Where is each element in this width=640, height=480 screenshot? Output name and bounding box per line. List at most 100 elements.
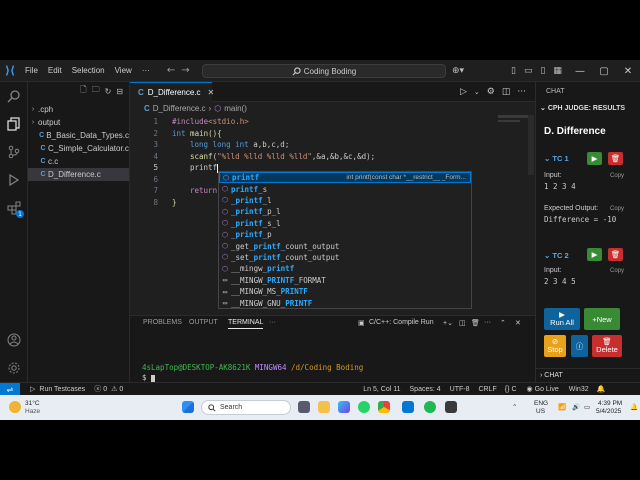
suggestion-item[interactable]: ⬡ _printf_s_l	[219, 218, 471, 229]
minimize-icon[interactable]: —	[568, 60, 592, 82]
suggestion-item[interactable]: ⬡ _set_printf_count_output	[219, 252, 471, 263]
maximize-panel-icon[interactable]: ⌃	[500, 319, 506, 327]
tab-problems[interactable]: PROBLEMS	[143, 319, 182, 326]
new-file-icon[interactable]: 🗋	[80, 84, 86, 98]
forward-arrow-icon[interactable]: →	[181, 65, 189, 76]
chrome-icon[interactable]	[378, 401, 390, 413]
terminal-prompt[interactable]: 4sLapTop@DESKTOP-AK8621K MINGW64 /d/Codi…	[142, 363, 363, 372]
run-tc1-button[interactable]: ▶	[587, 152, 602, 165]
cph-section-title[interactable]: ⌄ CPH JUDGE: RESULTS	[540, 104, 625, 112]
terminal-input[interactable]: $	[142, 373, 156, 382]
encoding[interactable]: UTF-8	[450, 386, 470, 393]
run-all-button[interactable]: ▶ Run All	[544, 308, 580, 330]
breadcrumb-file[interactable]: D_Difference.c	[153, 104, 206, 113]
go-live-button[interactable]: Go Live	[535, 386, 559, 393]
suggestion-item[interactable]: ⬡ __mingw_printf	[219, 263, 471, 274]
tc1-expected-value[interactable]: Difference = -10	[544, 215, 616, 224]
windows-start-icon[interactable]	[182, 401, 194, 413]
suggestion-item[interactable]: ⬡ printf_s	[219, 183, 471, 194]
toggle-secondary-sidebar-icon[interactable]: ▯	[540, 66, 545, 76]
language-mode[interactable]: C	[511, 386, 516, 393]
close-icon[interactable]: ✕	[616, 60, 640, 82]
extensions-icon[interactable]: 1	[6, 200, 24, 218]
chat-section-toggle[interactable]: › CHAT	[540, 372, 563, 379]
whatsapp-icon[interactable]	[358, 401, 370, 413]
split-terminal-icon[interactable]: ◫	[459, 319, 466, 327]
clock-time[interactable]: 4:39 PM	[598, 400, 622, 407]
suggestion-item[interactable]: ▭ __MINGW_PRINTF_FORMAT	[219, 275, 471, 286]
suggestion-item[interactable]: ⬡ _printf_l	[219, 195, 471, 206]
weather-sun-icon[interactable]	[9, 401, 21, 413]
editor-scrollbar[interactable]	[528, 115, 534, 175]
explorer-item-c-simple-calculator[interactable]: C C_Simple_Calculator.c	[28, 142, 129, 155]
line-endings[interactable]: CRLF	[479, 386, 497, 393]
collapse-all-icon[interactable]: ⊟	[116, 87, 123, 96]
explorer-item-b-basic-data-types[interactable]: C B_Basic_Data_Types.c	[28, 129, 129, 142]
explorer-item-c-c[interactable]: C c.c	[28, 155, 129, 168]
settings-gear-icon[interactable]: ⚙	[487, 87, 495, 97]
toggle-panel-icon[interactable]: ▭	[524, 66, 533, 76]
delete-tc2-button[interactable]: 🗑	[608, 248, 623, 261]
new-terminal-icon[interactable]: +⌄	[443, 319, 453, 327]
notifications-bell-icon[interactable]: 🔔	[597, 385, 606, 393]
tab-terminal[interactable]: TERMINAL	[228, 319, 264, 329]
tab-close-icon[interactable]: ✕	[208, 88, 215, 97]
keyboard-region[interactable]: US	[536, 408, 545, 415]
run-debug-icon[interactable]	[6, 172, 22, 188]
tab-more[interactable]: ···	[269, 319, 276, 326]
taskbar-search-box[interactable]: Search	[201, 400, 291, 415]
vscode-taskbar-icon[interactable]	[402, 401, 414, 413]
testcase-2-toggle[interactable]: ⌄ TC 2	[544, 251, 569, 260]
remote-indicator-icon[interactable]: ⇌	[0, 382, 20, 396]
settings-gear-icon[interactable]	[6, 360, 22, 376]
delete-all-button[interactable]: 🗑 Delete	[592, 335, 622, 357]
cursor-position[interactable]: Ln 5, Col 11	[363, 386, 400, 393]
customize-layout-icon[interactable]: ▦	[553, 66, 562, 76]
battery-icon[interactable]: ▭	[584, 403, 590, 411]
testcase-1-toggle[interactable]: ⌄ TC 1	[544, 154, 569, 163]
delete-tc1-button[interactable]: 🗑	[608, 152, 623, 165]
menu-more[interactable]: ···	[137, 66, 155, 75]
copilot-app-icon[interactable]	[338, 401, 350, 413]
suggestion-item[interactable]: ⬡ printf int printf(const char *__restrict…	[219, 172, 471, 184]
account-icon[interactable]	[6, 332, 22, 348]
menu-selection[interactable]: Selection	[67, 66, 110, 75]
suggestion-item[interactable]: ⬡ _printf_p	[219, 229, 471, 240]
suggestion-item[interactable]: ▭ __MINGW_GNU_PRINTF	[219, 297, 471, 308]
back-arrow-icon[interactable]: ←	[167, 65, 175, 76]
volume-icon[interactable]: 🔊	[572, 403, 580, 411]
task-view-icon[interactable]	[298, 401, 310, 413]
suggestion-item[interactable]: ⬡ _get_printf_count_output	[219, 240, 471, 251]
split-editor-icon[interactable]: ◫	[502, 87, 511, 97]
run-testcases-button[interactable]: Run Testcases	[39, 386, 85, 393]
suggestion-item[interactable]: ⬡ _printf_p_l	[219, 206, 471, 217]
suggestion-item[interactable]: ▭ __MINGW_MS_PRINTF	[219, 286, 471, 297]
search-icon[interactable]	[6, 88, 22, 104]
refresh-icon[interactable]: ↻	[105, 87, 112, 96]
toggle-sidebar-icon[interactable]: ▯	[511, 66, 516, 76]
run-dropdown-chevron-icon[interactable]: ⌄	[474, 88, 480, 96]
command-center-search[interactable]: Coding Boding	[202, 64, 446, 78]
maximize-icon[interactable]: ▢	[592, 60, 616, 82]
explorer-item-d-difference[interactable]: C D_Difference.c	[28, 168, 129, 181]
indentation[interactable]: Spaces: 4	[410, 386, 441, 393]
close-panel-icon[interactable]: ✕	[515, 319, 521, 327]
run-tc2-button[interactable]: ▶	[587, 248, 602, 261]
clock-date[interactable]: 5/4/2025	[596, 408, 621, 415]
terminal-app-icon[interactable]	[445, 401, 457, 413]
kill-terminal-icon[interactable]: 🗑	[471, 319, 480, 327]
platform-selector[interactable]: Win32	[569, 386, 589, 393]
breadcrumb-symbol[interactable]: main()	[224, 104, 247, 113]
tc2-input-value[interactable]: 2 3 4 5	[544, 277, 576, 286]
tab-d-difference[interactable]: C D_Difference.c ✕	[130, 82, 215, 102]
error-count[interactable]: 0	[103, 386, 107, 393]
weather-description[interactable]: Haze	[25, 408, 40, 415]
info-button[interactable]: ⓘ	[571, 335, 588, 357]
new-folder-icon[interactable]: 🗀	[92, 84, 100, 98]
tc1-input-value[interactable]: 1 2 3 4	[544, 182, 576, 191]
explorer-item-cph[interactable]: › .cph	[28, 103, 129, 116]
menu-edit[interactable]: Edit	[43, 66, 67, 75]
file-explorer-icon[interactable]	[318, 401, 330, 413]
keyboard-language[interactable]: ENG	[534, 400, 548, 407]
terminal-selector[interactable]: C/C++: Compile Run	[369, 319, 434, 326]
